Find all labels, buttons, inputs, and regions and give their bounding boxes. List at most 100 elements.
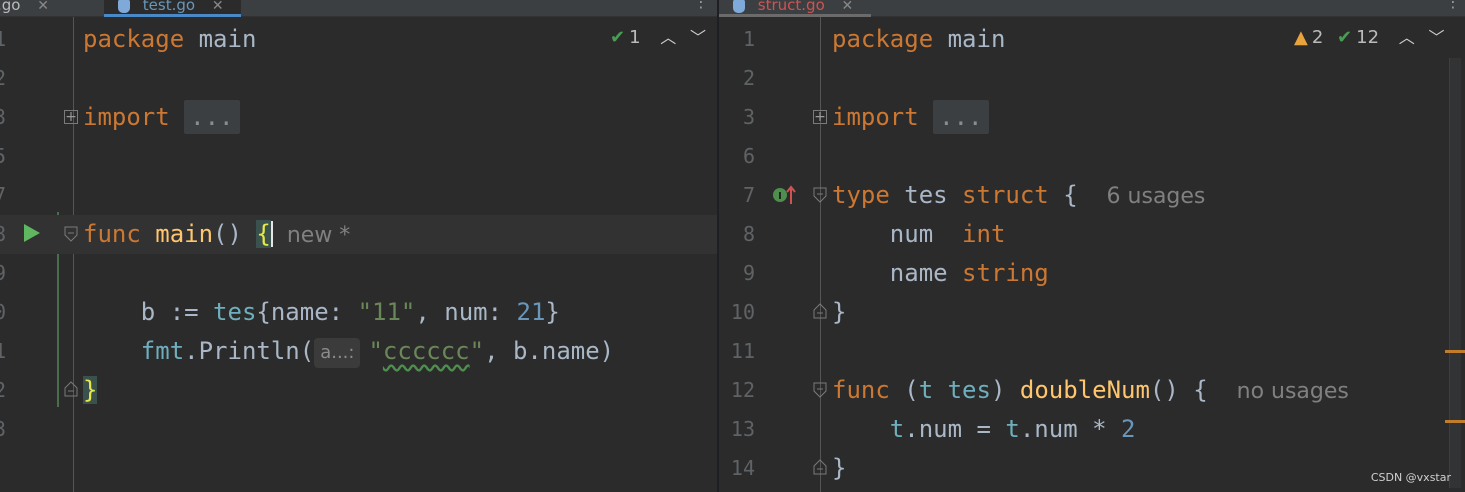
code-line[interactable]: 11 fmt.Println(a...:"cccccc", b.name) <box>0 332 717 371</box>
inlay-hint[interactable]: 6 usages <box>1107 184 1206 209</box>
fold-start-icon[interactable] <box>813 382 827 398</box>
parameter-hint: a...: <box>314 338 361 368</box>
code-token: , num: <box>415 298 517 326</box>
code-text[interactable]: import ... <box>83 98 240 137</box>
code-text[interactable]: type tes struct { 6 usages <box>832 176 1205 216</box>
code-line[interactable]: 10 b := tes{name: "11", num: 21} <box>0 293 717 332</box>
right-editor-pane[interactable]: struct.go ✕ ⋮ ▲ 2 ✔ 12 ︿ ﹀ 1 package main 2 3… <box>719 0 1465 492</box>
code-text[interactable]: package main <box>83 20 256 59</box>
code-line[interactable]: 9 <box>0 254 717 293</box>
code-line[interactable]: 2 <box>0 59 717 98</box>
implemented-interface-icon[interactable]: I <box>772 184 798 210</box>
code-token: .num = <box>904 415 1006 443</box>
code-token: func <box>832 376 890 404</box>
code-line[interactable]: 7 <box>0 176 717 215</box>
code-token: func <box>83 220 141 248</box>
code-token: main <box>155 220 214 248</box>
go-file-icon <box>733 0 745 13</box>
code-token: "11" <box>357 298 416 326</box>
code-text[interactable]: fmt.Println(a...: "cccccc", b.name) <box>83 332 614 371</box>
code-token: .Println( <box>184 337 315 365</box>
code-token: fmt <box>140 337 185 365</box>
fold-end-icon[interactable] <box>813 459 827 475</box>
line-number: 10 <box>730 300 755 324</box>
code-text[interactable]: package main <box>832 20 1005 59</box>
code-line[interactable]: 8 func main() { new * <box>0 215 717 254</box>
code-text[interactable]: func (t tes) doubleNum() { no usages <box>832 371 1349 411</box>
code-text[interactable]: t.num = t.num * 2 <box>832 410 1136 449</box>
code-token: package <box>832 25 934 53</box>
warning-stripe-mark[interactable] <box>1445 350 1465 353</box>
code-token: import <box>832 103 919 131</box>
run-icon[interactable] <box>24 224 40 242</box>
tab-test-go[interactable]: test.go ✕ <box>104 0 241 17</box>
code-line[interactable]: 3 import ... <box>0 98 717 137</box>
code-line[interactable]: 10} <box>719 293 1465 332</box>
line-number: 7 <box>0 176 6 215</box>
code-token: cccccc <box>382 337 470 365</box>
code-line[interactable]: 11 <box>719 332 1465 371</box>
code-token: } <box>832 454 847 482</box>
expand-fold-icon[interactable]: + <box>813 110 827 124</box>
code-line[interactable]: 9 name string <box>719 254 1465 293</box>
code-text[interactable]: import ... <box>832 98 989 137</box>
code-line[interactable]: 8 num int <box>719 215 1465 254</box>
code-token: import <box>83 103 170 131</box>
line-number: 13 <box>0 410 6 449</box>
code-line[interactable]: 12 func (t tes) doubleNum() { no usages <box>719 371 1465 410</box>
line-number: 12 <box>730 378 755 402</box>
code-text[interactable]: b := tes{name: "11", num: 21} <box>83 293 560 332</box>
line-number: 5 <box>0 137 6 176</box>
warning-stripe-mark[interactable] <box>1445 420 1465 423</box>
code-line[interactable]: 3 import ... <box>719 98 1465 137</box>
inlay-hint[interactable]: new * <box>273 223 350 248</box>
close-icon[interactable]: ✕ <box>212 0 224 17</box>
line-number: 1 <box>0 20 6 59</box>
fold-end-icon[interactable] <box>813 303 827 319</box>
code-line[interactable]: 13 t.num = t.num * 2 <box>719 410 1465 449</box>
tab-menu-icon[interactable]: ⋮ <box>693 0 709 11</box>
folded-imports[interactable]: ... <box>933 100 989 134</box>
go-file-icon <box>118 0 130 13</box>
code-line[interactable]: 7 type tes struct { 6 usages <box>719 176 1465 215</box>
fold-start-icon[interactable] <box>813 187 827 203</box>
line-number: 2 <box>0 59 6 98</box>
line-number: 11 <box>0 332 6 371</box>
code-line[interactable]: 12} <box>0 371 717 410</box>
fold-end-icon[interactable] <box>64 381 78 397</box>
close-icon[interactable]: ✕ <box>37 0 49 17</box>
code-text[interactable]: num int <box>832 215 1006 254</box>
tab-doc-go[interactable]: doc.go ✕ <box>0 0 59 16</box>
line-number: 3 <box>0 98 6 137</box>
inlay-hint[interactable]: no usages <box>1237 379 1349 404</box>
tab-struct-go[interactable]: struct.go ✕ <box>719 0 871 17</box>
code-line[interactable]: 1 package main <box>0 20 717 59</box>
expand-fold-icon[interactable]: + <box>64 110 78 124</box>
code-text[interactable]: } <box>83 371 98 410</box>
line-number: 14 <box>730 456 755 480</box>
vertical-scrollbar[interactable] <box>1449 58 1461 488</box>
code-line[interactable]: 13 <box>0 410 717 449</box>
code-line[interactable]: 1 package main <box>719 20 1465 59</box>
left-editor-pane[interactable]: doc.go ✕ test.go ✕ ⋮ ✔1 ︿ ﹀ 1package mai… <box>0 0 717 492</box>
code-text[interactable]: } <box>832 449 846 488</box>
close-icon[interactable]: ✕ <box>842 0 854 17</box>
line-number: 10 <box>0 293 6 332</box>
folded-imports[interactable]: ... <box>184 100 240 134</box>
code-line[interactable]: 6 <box>719 137 1465 176</box>
code-text[interactable]: func main() { new * <box>83 215 350 255</box>
fold-start-icon[interactable] <box>64 226 78 242</box>
code-line[interactable]: 2 <box>719 59 1465 98</box>
code-token: string <box>962 259 1049 287</box>
code-line[interactable]: 5 <box>0 137 717 176</box>
code-text[interactable]: name string <box>832 254 1049 293</box>
line-number: 1 <box>742 27 755 51</box>
code-text[interactable]: } <box>832 293 846 332</box>
code-line[interactable]: 14} <box>719 449 1465 488</box>
code-token: struct <box>962 181 1049 209</box>
tab-menu-icon[interactable]: ⋮ <box>1445 0 1461 11</box>
